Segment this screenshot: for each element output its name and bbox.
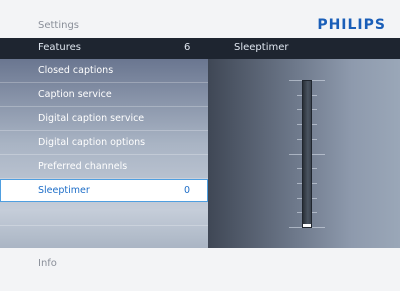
menu-item-empty bbox=[0, 226, 208, 250]
menu-item-label: Sleeptimer bbox=[38, 185, 90, 196]
breadcrumb-bar: Features 6 Sleeptimer bbox=[0, 38, 400, 59]
menu-item-digital-caption-options[interactable]: Digital caption options bbox=[0, 131, 208, 155]
sleeptimer-panel bbox=[208, 59, 400, 248]
features-menu: Closed captions Caption service Digital … bbox=[0, 59, 208, 250]
menu-item-label: Digital caption service bbox=[38, 113, 145, 124]
menu-item-label: Preferred channels bbox=[38, 161, 128, 172]
menu-item-label: Caption service bbox=[38, 89, 112, 100]
menu-item-caption-service[interactable]: Caption service bbox=[0, 83, 208, 107]
settings-title: Settings bbox=[38, 20, 80, 31]
sleeptimer-value: 0 bbox=[184, 185, 191, 196]
menu-item-preferred-channels[interactable]: Preferred channels bbox=[0, 155, 208, 179]
menu-item-sleeptimer[interactable]: Sleeptimer 0 bbox=[0, 179, 208, 202]
menu-item-label: Closed captions bbox=[38, 65, 114, 76]
breadcrumb-features[interactable]: Features bbox=[38, 42, 81, 53]
breadcrumb-count: 6 bbox=[184, 42, 191, 53]
info-label[interactable]: Info bbox=[38, 258, 57, 269]
tv-settings-screen: Settings PHILIPS Features 6 Sleeptimer C… bbox=[0, 0, 400, 291]
philips-logo: PHILIPS bbox=[317, 17, 386, 33]
breadcrumb-sleeptimer: Sleeptimer bbox=[234, 42, 289, 53]
menu-item-empty bbox=[0, 202, 208, 226]
menu-item-label: Digital caption options bbox=[38, 137, 146, 148]
sleeptimer-slider[interactable] bbox=[302, 80, 312, 228]
menu-item-closed-captions[interactable]: Closed captions bbox=[0, 59, 208, 83]
menu-item-digital-caption-service[interactable]: Digital caption service bbox=[0, 107, 208, 131]
slider-fill bbox=[303, 224, 311, 227]
top-bar: Settings PHILIPS bbox=[0, 0, 400, 38]
footer-bar: Info bbox=[0, 248, 400, 291]
